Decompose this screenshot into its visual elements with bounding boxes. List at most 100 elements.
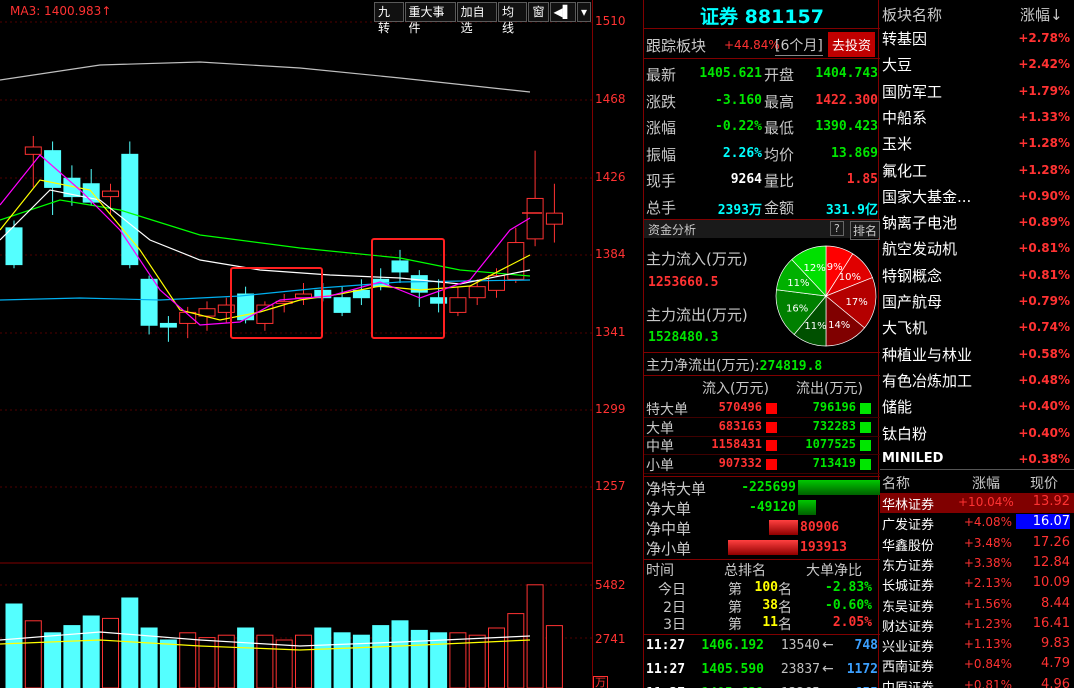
sector-row[interactable]: 特钢概念 +0.81% [880,264,1074,288]
main-inflow-label: 主力流入(万元) [646,250,748,268]
net-bar [798,480,880,495]
tick-volume: 13540 [780,638,820,653]
jiuzhuan-button[interactable]: 九转 [374,2,404,35]
quote-label: 涨跌 [646,92,677,111]
stock-change: +0.81% [963,677,1012,688]
tick-volume: 23837 [780,662,820,677]
stock-price: 16.41 [1032,615,1070,631]
stock-change: +3.38% [963,555,1012,570]
main-inflow-value: 1253660.5 [648,275,719,290]
sector-change: +0.81% [1018,241,1070,256]
net-bar [727,540,798,555]
stock-row[interactable]: 广发证券 +4.08% 16.07 [880,513,1074,533]
invest-button[interactable]: 去投资 [828,32,876,57]
volume-bar [314,627,332,688]
flow-out-value: 732283 [812,418,856,433]
sector-row[interactable]: 中船系 +1.33% [880,106,1074,130]
volume-bar [237,627,255,688]
quote-value: 2.26% [722,145,762,161]
quote-value: 2393万 [717,202,762,218]
stock-row[interactable]: 华林证券 +10.04% 13.92 [880,493,1074,513]
candle [121,153,139,266]
candle [24,146,42,155]
sector-row[interactable]: 钠离子电池 +0.89% [880,211,1074,235]
rank-button[interactable]: 排名 [850,221,880,240]
stock-change-header[interactable]: 涨幅 [972,473,1000,493]
flow-out-swatch [860,458,871,470]
ma5-line [0,189,531,285]
stock-row[interactable]: 西南证券 +0.84% 4.79 [880,655,1074,675]
sector-row[interactable]: 钛白粉 +0.40% [880,422,1074,446]
sector-row[interactable]: 转基因 +2.78% [880,27,1074,51]
stock-name-header[interactable]: 名称 [882,473,910,493]
sector-row[interactable]: 玉米 +1.28% [880,132,1074,156]
add-watchlist-button[interactable]: 加自选 [456,2,497,35]
track-period-select[interactable]: [6个月] [775,35,823,56]
stock-change: +2.13% [963,576,1012,591]
ma3-value: MA3: 1400.983 [10,4,102,18]
flow-out-swatch [860,403,871,414]
stock-name: 财达证券 [882,619,935,635]
dropdown-icon[interactable]: ▾ [576,2,591,22]
volume-tick: 2741 [595,632,626,646]
sector-row[interactable]: 航空发动机 +0.81% [880,237,1074,261]
speaker-icon[interactable]: ◀▌ [549,2,576,22]
quote-value: 1404.743 [815,66,878,81]
sector-row[interactable]: 氟化工 +1.28% [880,159,1074,183]
fund-analysis-header: 资金分析 ? 排名 [644,220,880,240]
flow-row-label: 小单 [646,457,674,474]
net-row-label: 净大单 [646,500,692,518]
rank-number: 100 [754,580,778,595]
volume-tick: 5482 [595,578,626,592]
major-events-button[interactable]: 重大事件 [404,2,456,35]
sector-change-header[interactable]: 涨幅↓ [1020,4,1063,25]
kline-chart[interactable]: MA3: 1400.983↑ 九转 重大事件 加自选 均线 窗 ◀▌ ▾ [0,0,592,688]
sector-change: +1.28% [1018,136,1070,151]
help-button[interactable]: ? [830,221,844,236]
flow-in-value: 1158431 [711,437,762,451]
net-value: 80906 [800,520,840,535]
sector-row[interactable]: 国产航母 +0.79% [880,290,1074,314]
window-button[interactable]: 窗 [528,2,549,22]
pie-label: 11% [804,321,826,332]
sector-row[interactable]: 有色冶炼加工 +0.48% [880,369,1074,393]
price-tick: 1426 [595,170,626,184]
rank-ratio-header: 大单净比 [806,563,862,579]
stock-change: +1.23% [963,616,1012,631]
stock-row[interactable]: 长城证券 +2.13% 10.09 [880,574,1074,594]
volume-bar [545,625,563,688]
sector-name-header[interactable]: 板块名称 [882,4,942,25]
quote-label: 开盘 [764,66,795,84]
stock-row[interactable]: 华鑫股份 +3.48% 17.26 [880,534,1074,554]
stock-row[interactable]: 中原证券 +0.81% 4.96 [880,676,1074,688]
stock-price: 17.26 [1032,534,1070,550]
stock-row[interactable]: 东方证券 +3.38% 12.84 [880,554,1074,574]
flow-in-value: 570496 [718,400,762,414]
stock-price-header[interactable]: 现价 [1030,473,1058,493]
stock-price: 16.07 [1016,514,1070,530]
stock-row[interactable]: 财达证券 +1.23% 16.41 [880,615,1074,635]
sector-row[interactable]: 大豆 +2.42% [880,53,1074,77]
kline-svg[interactable] [0,0,592,688]
sector-row[interactable]: 国防军工 +1.79% [880,80,1074,104]
sector-row[interactable]: 种植业与林业 +0.58% [880,343,1074,367]
flow-out-value: 796196 [812,400,856,414]
stock-change: +4.08% [963,515,1012,530]
sector-row[interactable]: 国家大基金... +0.90% [880,185,1074,209]
volume-bar [333,632,351,688]
price-tick: 1299 [595,402,626,416]
sector-row[interactable]: 储能 +0.40% [880,395,1074,419]
sector-row[interactable]: 大飞机 +0.74% [880,316,1074,340]
flow-divider [644,472,880,474]
volume-bar [140,627,158,688]
sector-change: +0.79% [1018,294,1070,308]
sector-change: +1.28% [1018,162,1070,177]
quote-value: 9264 [730,172,762,187]
volume-bar [179,632,197,688]
stock-row[interactable]: 东吴证券 +1.56% 8.44 [880,595,1074,615]
stock-change: +0.84% [963,657,1012,672]
stock-price: 4.79 [1041,656,1070,672]
stock-row[interactable]: 兴业证券 +1.13% 9.83 [880,635,1074,655]
volume-bar [391,620,409,688]
moving-average-button[interactable]: 均线 [497,2,528,35]
